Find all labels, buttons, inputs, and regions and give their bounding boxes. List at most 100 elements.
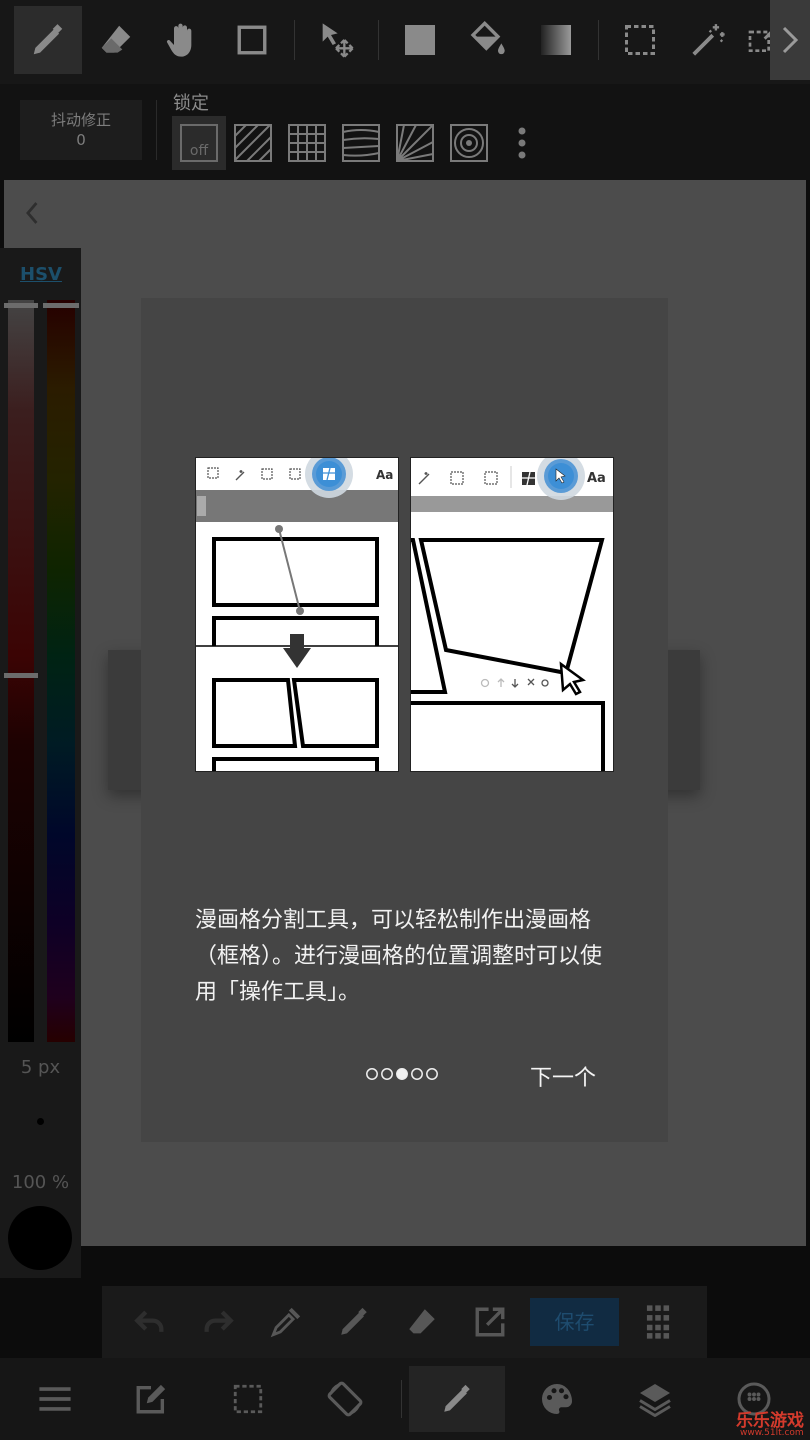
pen-icon bbox=[444, 1384, 470, 1412]
radial-lines-icon bbox=[396, 124, 434, 162]
pen-icon bbox=[33, 24, 63, 55]
collapse-panel-button[interactable] bbox=[18, 196, 52, 230]
brush-size-preview bbox=[37, 1118, 44, 1125]
rectangle-tool-button[interactable] bbox=[218, 6, 286, 74]
gradient-tool-button[interactable] bbox=[522, 6, 590, 74]
rotate-canvas-button[interactable] bbox=[297, 1366, 393, 1432]
fill-color-tool-button[interactable] bbox=[386, 6, 454, 74]
current-color-swatch[interactable] bbox=[8, 1206, 72, 1270]
perspective-lines-icon bbox=[342, 124, 380, 162]
edit-square-icon bbox=[136, 1384, 166, 1414]
color-palette-button[interactable] bbox=[509, 1366, 605, 1432]
eraser-icon bbox=[409, 1309, 435, 1334]
more-vertical-icon bbox=[518, 127, 526, 159]
ruler-off-button[interactable]: off bbox=[172, 116, 226, 170]
layers-button[interactable] bbox=[607, 1366, 703, 1432]
select-tool-button[interactable] bbox=[606, 6, 674, 74]
layers-icon bbox=[639, 1384, 671, 1417]
undo-icon bbox=[134, 1310, 164, 1332]
page-dot bbox=[366, 1068, 378, 1080]
grid-menu-button[interactable] bbox=[638, 1300, 678, 1344]
perspective-ruler-button[interactable] bbox=[334, 116, 388, 170]
eyedropper-icon bbox=[270, 1307, 301, 1338]
magic-wand-tool-button[interactable] bbox=[674, 6, 742, 74]
save-button[interactable]: 保存 bbox=[530, 1298, 619, 1346]
tutorial-illustration-operate: Aa bbox=[410, 457, 614, 772]
lock-label: 锁定 bbox=[173, 93, 209, 114]
hand-icon bbox=[166, 23, 192, 57]
brush-panel-button[interactable] bbox=[409, 1366, 505, 1432]
filled-square-icon bbox=[405, 25, 435, 55]
menu-button[interactable] bbox=[7, 1366, 103, 1432]
ruler-off-label: off bbox=[180, 124, 218, 162]
export-button[interactable] bbox=[470, 1300, 510, 1344]
toolbar-scroll-right-button[interactable] bbox=[770, 0, 810, 80]
svg-text:Aa: Aa bbox=[376, 468, 393, 482]
operate-tool-illustration: Aa bbox=[411, 458, 613, 771]
stabilizer-label: 抖动修正 bbox=[50, 111, 111, 129]
hue-slider[interactable] bbox=[47, 300, 75, 1042]
eraser-icon bbox=[101, 25, 131, 53]
next-button[interactable]: 下一个 bbox=[530, 1060, 596, 1092]
edit-canvas-button[interactable] bbox=[103, 1366, 199, 1432]
quick-eraser-button[interactable] bbox=[402, 1300, 442, 1344]
page-dot bbox=[411, 1068, 423, 1080]
external-link-icon bbox=[475, 1307, 505, 1337]
paint-bucket-icon bbox=[470, 20, 505, 55]
saturation-slider-handle[interactable] bbox=[4, 303, 38, 308]
toolbar-divider bbox=[378, 20, 379, 60]
eyedropper-button[interactable] bbox=[266, 1300, 306, 1344]
panel-split-illustration: Aa bbox=[196, 458, 398, 771]
page-dot-active bbox=[396, 1068, 408, 1080]
pen-icon bbox=[341, 1307, 367, 1335]
double-chevron-left-icon bbox=[26, 202, 38, 224]
hamburger-menu-icon bbox=[39, 1387, 71, 1411]
hand-tool-button[interactable] bbox=[150, 6, 218, 74]
stabilizer-button[interactable]: 抖动修正 0 bbox=[20, 100, 142, 160]
dashed-select-icon bbox=[233, 1384, 263, 1414]
saturation-value-slider[interactable] bbox=[8, 300, 34, 1042]
eraser-tool-button[interactable] bbox=[82, 6, 150, 74]
tutorial-description: 漫画格分割工具，可以轻松制作出漫画格（框格）。进行漫画格的位置调整时可以使用「操… bbox=[195, 908, 603, 1005]
toolbar-divider bbox=[294, 20, 295, 60]
concentric-circles-icon bbox=[450, 124, 488, 162]
grid-icon bbox=[288, 124, 326, 162]
move-tool-button[interactable] bbox=[302, 6, 370, 74]
page-indicator bbox=[366, 1068, 438, 1080]
palette-icon bbox=[542, 1384, 572, 1414]
undo-button[interactable] bbox=[130, 1300, 170, 1344]
magic-wand-icon bbox=[692, 24, 725, 56]
top-toolbar bbox=[0, 0, 810, 84]
grid-ruler-button[interactable] bbox=[280, 116, 334, 170]
svg-text:Aa: Aa bbox=[587, 471, 606, 486]
toolbar-divider bbox=[598, 20, 599, 60]
color-mode-label[interactable]: HSV bbox=[20, 264, 62, 285]
diagonal-lines-icon bbox=[234, 124, 272, 162]
selection-button[interactable] bbox=[200, 1366, 296, 1432]
page-dot bbox=[381, 1068, 393, 1080]
pen-tool-button[interactable] bbox=[14, 6, 82, 74]
dots-grid-icon bbox=[646, 1305, 670, 1339]
hue-slider-handle[interactable] bbox=[43, 303, 79, 308]
parallel-ruler-button[interactable] bbox=[226, 116, 280, 170]
sub-toolbar-divider bbox=[156, 100, 157, 160]
bucket-tool-button[interactable] bbox=[454, 6, 522, 74]
watermark-url: www.51lt.com bbox=[740, 1428, 804, 1438]
concentric-ruler-button[interactable] bbox=[442, 116, 496, 170]
redo-button[interactable] bbox=[198, 1300, 238, 1344]
chevron-right-icon bbox=[782, 26, 799, 54]
bottom-bar-divider bbox=[401, 1380, 402, 1418]
rotate-screen-icon bbox=[327, 1381, 363, 1417]
tutorial-illustration-split: Aa bbox=[195, 457, 399, 772]
more-options-button[interactable] bbox=[500, 116, 544, 170]
page-dot bbox=[426, 1068, 438, 1080]
radial-ruler-button[interactable] bbox=[388, 116, 442, 170]
dashed-select-icon bbox=[625, 25, 655, 55]
move-cursor-icon bbox=[322, 23, 354, 58]
value-slider-handle[interactable] bbox=[4, 673, 38, 678]
rectangle-icon bbox=[237, 25, 267, 55]
quick-pen-button[interactable] bbox=[334, 1300, 374, 1344]
redo-icon bbox=[204, 1310, 234, 1332]
opacity-label: 100 % bbox=[11, 1172, 70, 1193]
stabilizer-value: 0 bbox=[76, 131, 86, 149]
